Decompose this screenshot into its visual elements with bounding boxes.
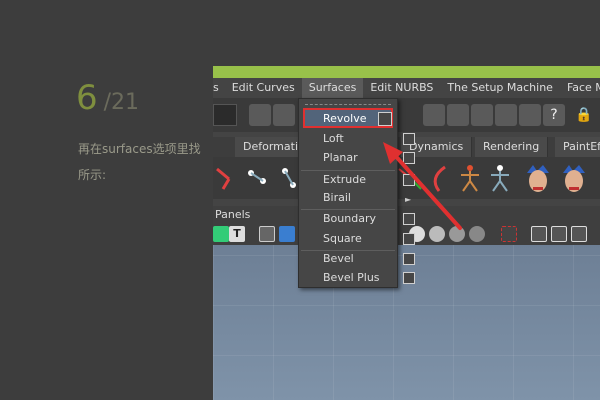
text-icon[interactable]: T	[229, 226, 245, 242]
menu-edit-nurbs[interactable]: Edit NURBS	[363, 78, 440, 98]
menu-setup-machine[interactable]: The Setup Machine	[440, 78, 560, 98]
character-skeleton-icon[interactable]	[485, 163, 515, 193]
menu-face-machine[interactable]: Face Machine	[560, 78, 600, 98]
blur-icon[interactable]	[469, 226, 485, 242]
menu-item-planar[interactable]: Planar	[323, 149, 415, 167]
extrude-option-box[interactable]	[403, 174, 415, 186]
grid-icon[interactable]	[571, 226, 587, 242]
step-counter: 6/21	[76, 78, 139, 118]
instruction-line-1: 再在surfaces选项里找	[78, 142, 201, 156]
select-tool-icon[interactable]	[273, 104, 295, 126]
shaded-cube-icon[interactable]	[279, 226, 295, 242]
shadow-icon[interactable]	[429, 226, 445, 242]
instruction-text: 再在surfaces选项里找 所示:	[78, 136, 218, 188]
select-region-icon[interactable]	[501, 226, 517, 242]
menu-edit-curves[interactable]: Edit Curves	[225, 78, 302, 98]
ik-spline-icon[interactable]	[425, 163, 455, 193]
sphere-node-icon[interactable]	[519, 104, 541, 126]
birail-label: Birail	[323, 191, 351, 204]
layout-icon[interactable]	[551, 226, 567, 242]
menu-item-birail[interactable]: Birail ►	[323, 189, 411, 207]
face-head-icon-2[interactable]	[559, 163, 589, 193]
square-label: Square	[323, 232, 362, 245]
wireframe-cube-icon[interactable]	[259, 226, 275, 242]
loft-label: Loft	[323, 132, 344, 145]
menu-surfaces[interactable]: Surfaces	[301, 78, 364, 98]
menu-item-loft[interactable]: Loft	[323, 130, 415, 148]
cube-icon[interactable]	[531, 226, 547, 242]
menu-item-bevel[interactable]: Bevel	[323, 250, 415, 268]
bevel-option-box[interactable]	[403, 253, 415, 265]
menu-item-square[interactable]: Square	[323, 230, 415, 248]
snap-surface-icon[interactable]	[471, 104, 493, 126]
menu-bar: s Edit Curves Surfaces Edit NURBS The Se…	[213, 78, 600, 98]
menu-item-boundary[interactable]: Boundary	[323, 210, 415, 228]
step-current: 6	[76, 78, 98, 118]
field-box[interactable]	[213, 104, 237, 126]
menu-item-bevel-plus[interactable]: Bevel Plus	[323, 269, 415, 287]
ik-joint-icon[interactable]	[213, 163, 243, 193]
view-icon[interactable]	[213, 226, 229, 242]
menu-partial[interactable]: s	[213, 78, 225, 98]
select-arrow-icon[interactable]	[249, 104, 271, 126]
bevel-plus-option-box[interactable]	[403, 272, 415, 284]
bevel-plus-label: Bevel Plus	[323, 271, 380, 284]
square-option-box[interactable]	[403, 233, 415, 245]
face-head-icon[interactable]	[523, 163, 553, 193]
title-strip	[213, 66, 600, 78]
tab-painteffects[interactable]: PaintEffe	[555, 137, 600, 157]
help-icon[interactable]: ?	[543, 104, 565, 126]
panels-label: Panels	[215, 208, 251, 221]
extrude-label: Extrude	[323, 173, 367, 186]
planar-option-box[interactable]	[403, 152, 415, 164]
tab-rendering[interactable]: Rendering	[475, 137, 549, 157]
particles-icon[interactable]	[495, 104, 517, 126]
step-total: /21	[103, 90, 140, 115]
revolve-option-box[interactable]	[378, 112, 392, 126]
menu-item-extrude[interactable]: Extrude	[323, 171, 415, 189]
viewport[interactable]	[213, 245, 600, 400]
joint-tool-icon[interactable]	[243, 163, 273, 193]
bevel-label: Bevel	[323, 252, 354, 265]
surfaces-dropdown-menu: Revolve Loft Planar Extrude Birail ► Boun…	[298, 98, 415, 288]
boundary-option-box[interactable]	[403, 213, 415, 225]
ao-icon[interactable]	[449, 226, 465, 242]
revolve-label: Revolve	[323, 112, 367, 125]
curve-s-icon[interactable]	[423, 104, 445, 126]
snap-grid-icon[interactable]	[447, 104, 469, 126]
submenu-arrow-icon: ►	[405, 195, 412, 204]
tear-off-line[interactable]	[305, 104, 391, 105]
lock-icon[interactable]: 🔒	[573, 104, 595, 126]
skeleton-figure-icon[interactable]	[455, 163, 485, 193]
loft-option-box[interactable]	[403, 133, 415, 145]
instruction-line-2: 所示:	[78, 168, 107, 182]
boundary-label: Boundary	[323, 212, 376, 225]
status-toolbar: ? 🔒	[213, 98, 600, 132]
planar-label: Planar	[323, 151, 358, 164]
